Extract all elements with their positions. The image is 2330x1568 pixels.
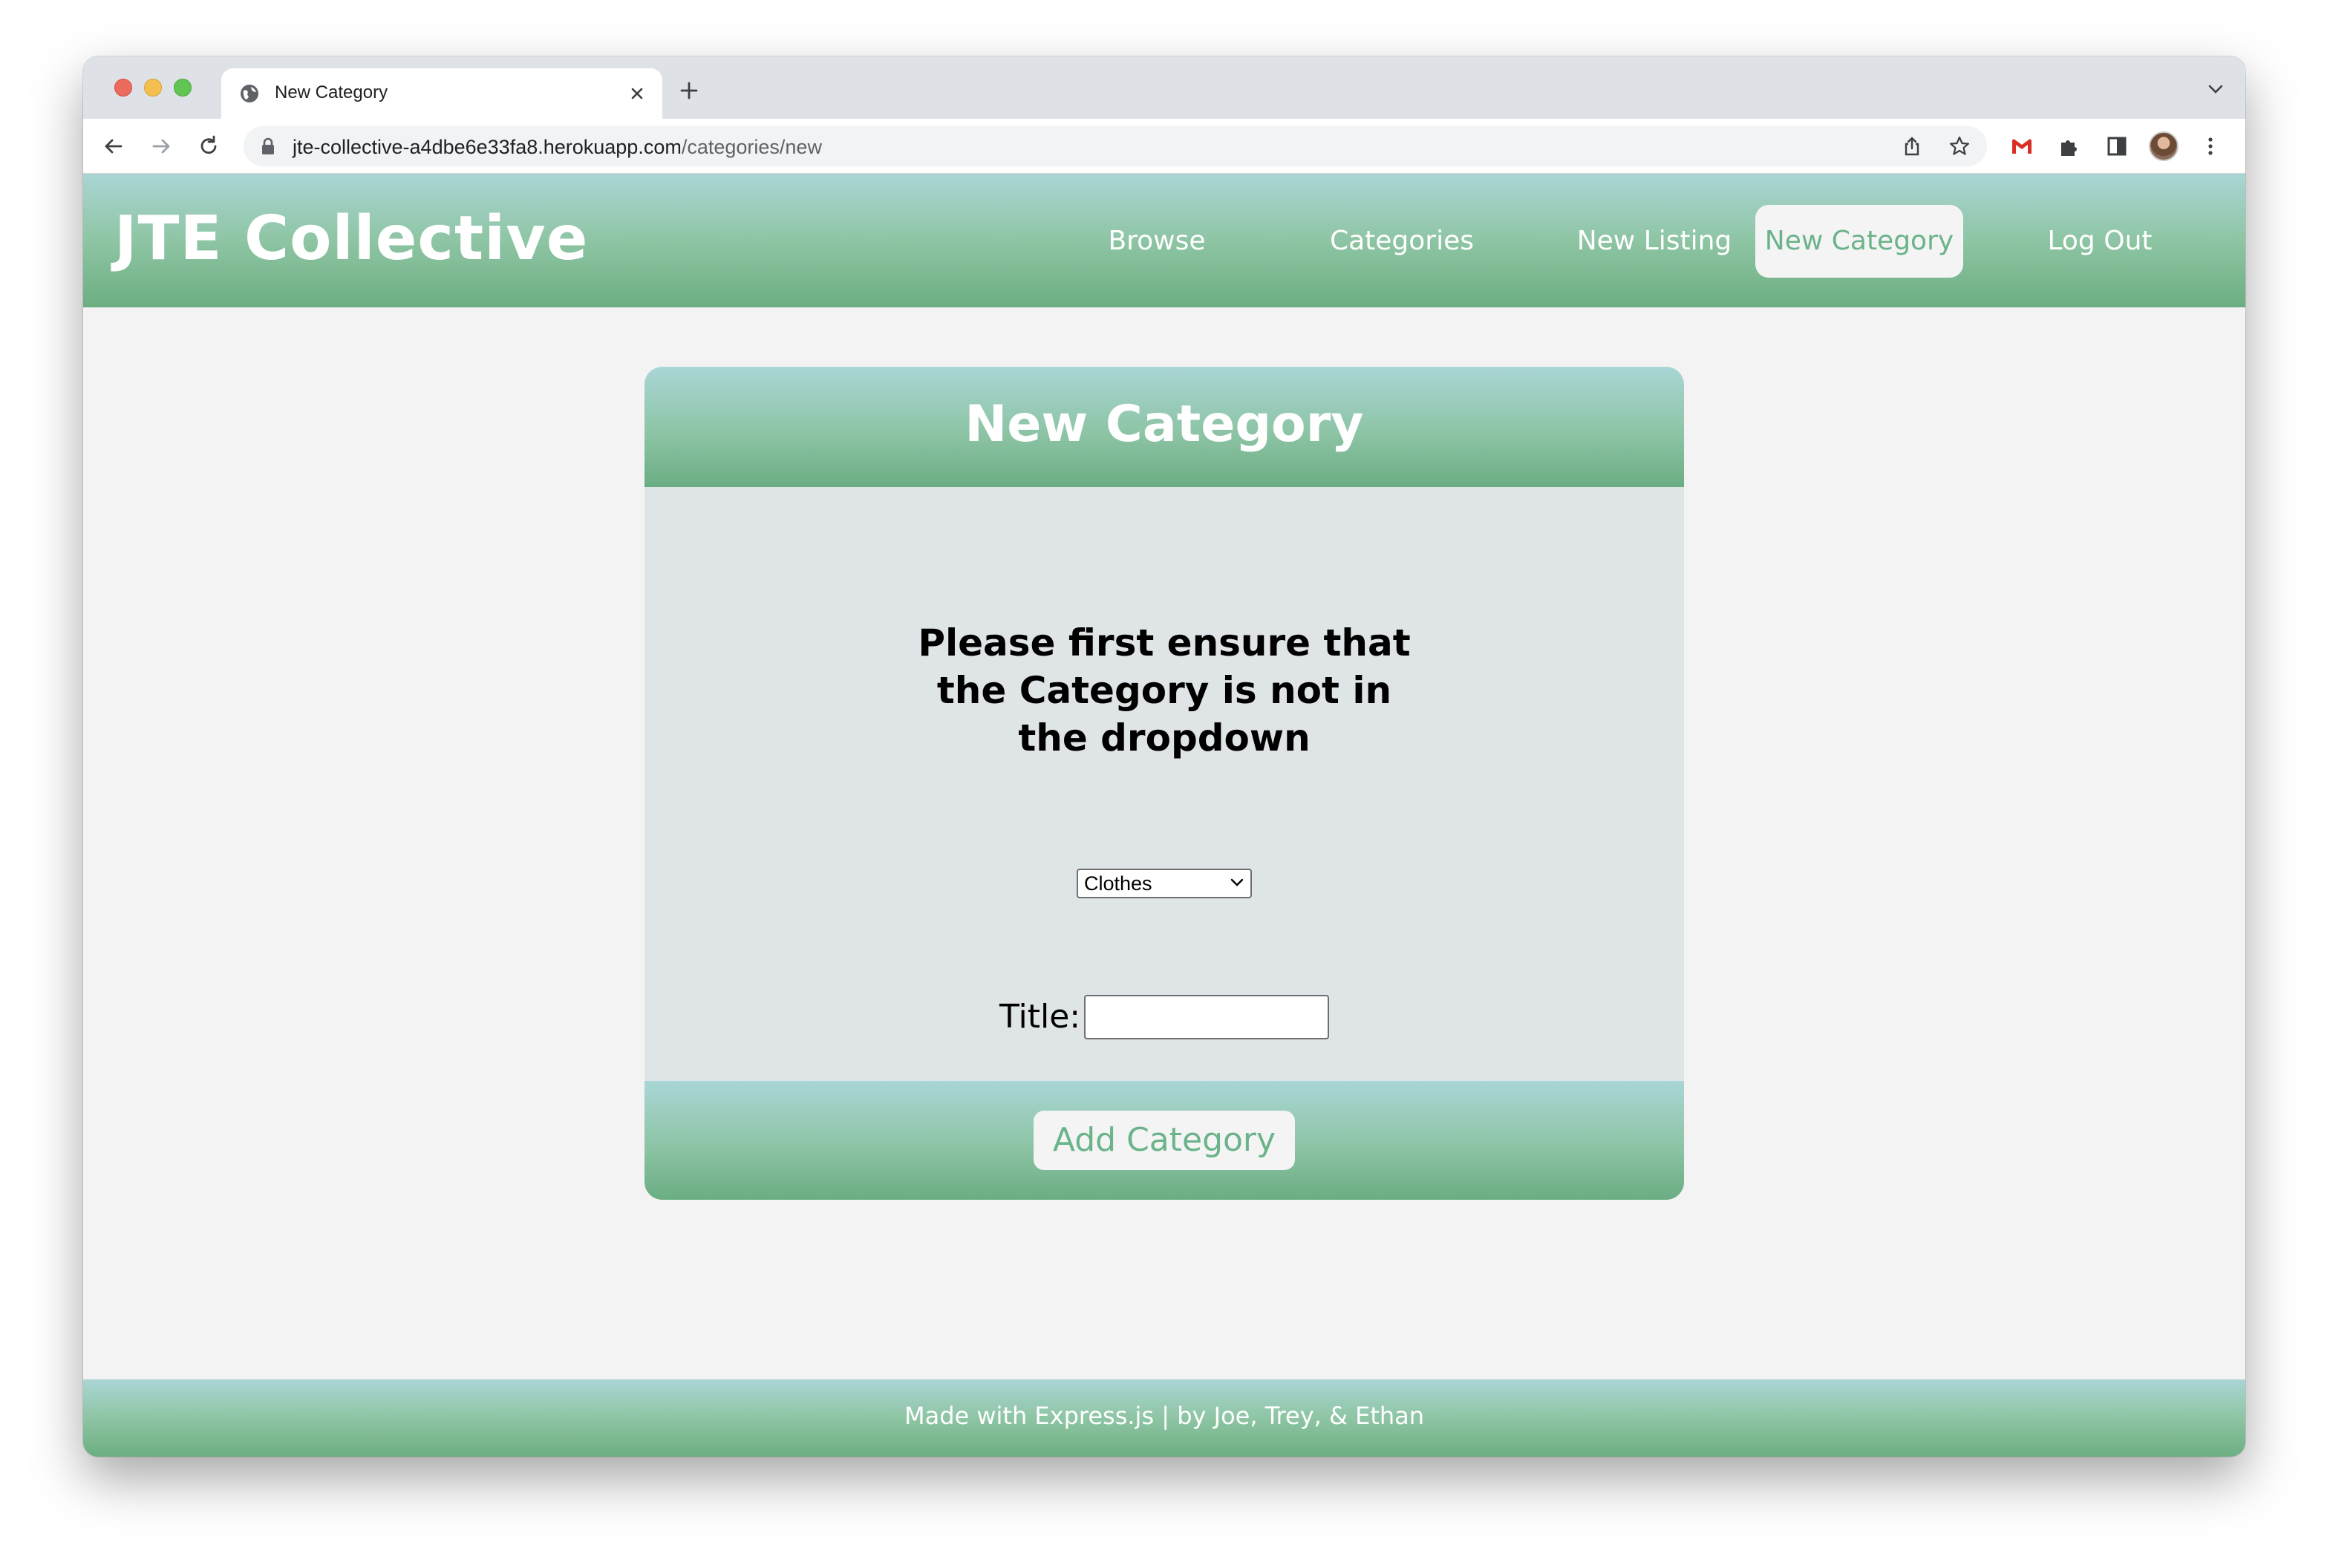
browser-window: New Category jte-collective-a4dbe6e33fa8… <box>83 56 2245 1457</box>
tab-title: New Category <box>275 82 388 102</box>
profile-avatar[interactable] <box>2149 131 2179 161</box>
tab-new-category[interactable]: New Category <box>221 68 662 119</box>
browser-toolbar: jte-collective-a4dbe6e33fa8.herokuapp.co… <box>83 119 2245 174</box>
card-title: New Category <box>965 395 1364 454</box>
nav-log-out[interactable]: Log Out <box>2026 205 2174 278</box>
card-header: New Category <box>644 367 1684 487</box>
nav-browse[interactable]: Browse <box>1083 205 1231 278</box>
side-panel-icon[interactable] <box>2104 134 2130 159</box>
close-window-button[interactable] <box>114 79 132 97</box>
category-dropdown[interactable]: Clothes <box>1077 869 1252 898</box>
tab-strip: New Category <box>83 56 2245 119</box>
forward-arrow-icon[interactable] <box>149 134 174 159</box>
address-bar[interactable]: jte-collective-a4dbe6e33fa8.herokuapp.co… <box>244 126 1987 166</box>
gmail-extension-icon[interactable] <box>2009 134 2034 159</box>
url-path: /categories/new <box>681 136 822 158</box>
nav-new-category[interactable]: New Category <box>1755 205 1963 278</box>
url-host: jte-collective-a4dbe6e33fa8.herokuapp.co… <box>293 136 682 158</box>
globe-icon <box>241 85 258 102</box>
extensions-puzzle-icon[interactable] <box>2057 134 2082 159</box>
site-logo[interactable]: JTE Collective <box>114 203 588 274</box>
share-icon[interactable] <box>1901 135 1923 157</box>
title-label: Title: <box>999 998 1081 1036</box>
site-footer: Made with Express.js | by Joe, Trey, & E… <box>83 1379 2245 1457</box>
close-tab-icon[interactable] <box>627 83 647 104</box>
bookmark-star-icon[interactable] <box>1948 135 1971 157</box>
nav-categories[interactable]: Categories <box>1313 205 1491 278</box>
back-arrow-icon[interactable] <box>101 134 126 159</box>
tab-search-chevron-icon[interactable] <box>2207 83 2225 95</box>
maximize-window-button[interactable] <box>174 79 192 97</box>
nav-new-listing[interactable]: New Listing <box>1543 205 1766 278</box>
card-footer: Add Category <box>644 1081 1684 1200</box>
minimize-window-button[interactable] <box>144 79 162 97</box>
more-menu-icon[interactable] <box>2198 134 2223 159</box>
category-dropdown-value: Clothes <box>1084 872 1152 895</box>
new-category-card: New Category Please first ensure that th… <box>644 367 1684 1200</box>
new-tab-icon[interactable] <box>677 79 701 102</box>
dropdown-notice: Please first ensure that the Category is… <box>918 621 1411 760</box>
site-header: JTE Collective Browse Categories New Lis… <box>83 174 2245 307</box>
title-input[interactable] <box>1084 995 1329 1039</box>
chevron-down-icon <box>1230 878 1244 886</box>
url-text: jte-collective-a4dbe6e33fa8.herokuapp.co… <box>293 136 822 159</box>
footer-credits: Made with Express.js | by Joe, Trey, & E… <box>904 1402 1425 1430</box>
add-category-button[interactable]: Add Category <box>1034 1111 1295 1170</box>
lock-icon <box>262 137 274 154</box>
reload-icon[interactable] <box>196 134 221 159</box>
